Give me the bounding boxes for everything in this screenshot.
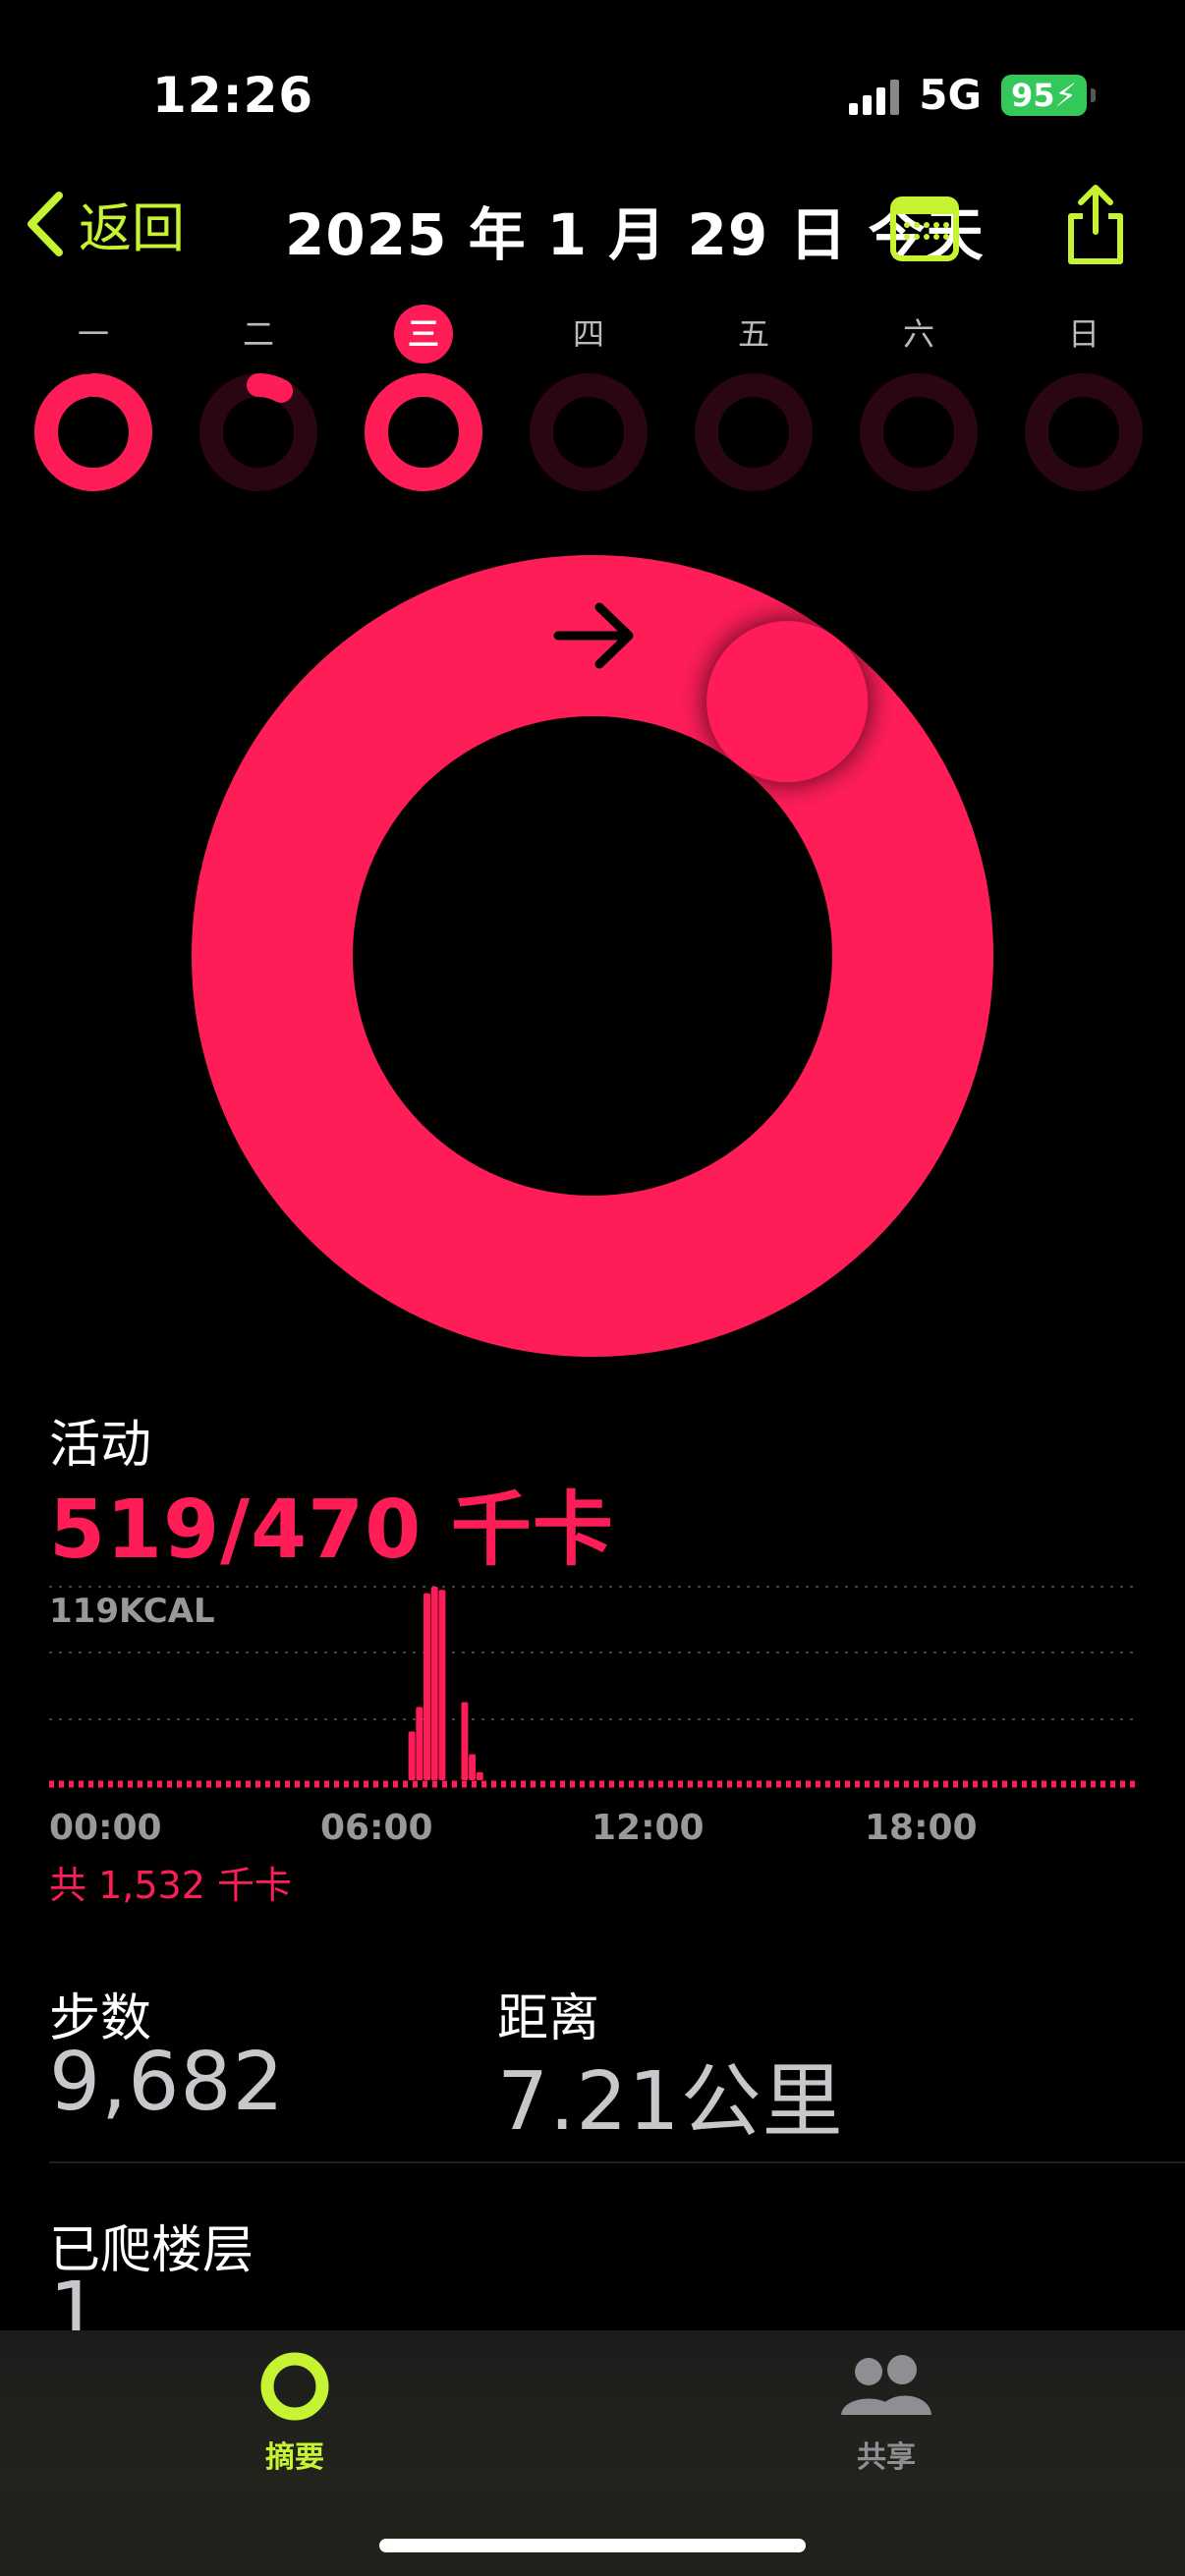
day-ring-progress — [34, 373, 152, 491]
chevron-left-icon — [28, 191, 63, 256]
x-tick: 12:00 — [592, 1808, 705, 1848]
week-day[interactable]: 一 — [29, 305, 157, 493]
x-tick: 00:00 — [49, 1808, 162, 1848]
activity-bar — [430, 1587, 438, 1780]
day-ring — [860, 373, 978, 491]
week-strip: 一二三四五六日 — [29, 305, 1156, 501]
battery-icon: 95⚡ — [1001, 74, 1096, 116]
distance-value: 7.21公里 — [497, 2055, 844, 2149]
week-day[interactable]: 日 — [1020, 305, 1148, 493]
page-title: 2025 年 1 月 29 日 今天 — [285, 201, 985, 268]
tab-summary[interactable]: 摘要 — [197, 2350, 393, 2476]
divider — [49, 2161, 1185, 2163]
activity-ring-icon — [260, 2352, 329, 2421]
activity-value: 519/470 千卡 — [49, 1484, 614, 1577]
activity-bar — [476, 1771, 483, 1780]
network-label: 5G — [919, 71, 982, 119]
activity-bar — [423, 1593, 431, 1780]
day-ring — [1025, 373, 1143, 491]
week-day-label: 四 — [572, 315, 604, 353]
status-time: 12:26 — [152, 67, 314, 124]
week-day-label: 二 — [242, 315, 274, 353]
activity-total: 共 1,532 千卡 — [49, 1864, 292, 1907]
week-day[interactable]: 二 — [195, 305, 322, 493]
week-day-label: 三 — [394, 305, 453, 364]
activity-bar — [438, 1590, 446, 1780]
share-button[interactable] — [1063, 183, 1128, 271]
tab-summary-label: 摘要 — [265, 2440, 324, 2475]
home-indicator[interactable] — [379, 2539, 806, 2552]
battery-level: 95 — [1011, 76, 1055, 114]
week-day[interactable]: 四 — [525, 305, 652, 493]
day-ring — [695, 373, 813, 491]
share-icon — [1068, 185, 1123, 264]
back-button[interactable]: 返回 — [26, 185, 185, 262]
week-day-label: 一 — [77, 315, 109, 353]
week-day-label: 五 — [737, 315, 769, 353]
week-day[interactable]: 五 — [690, 305, 818, 493]
day-ring — [365, 373, 482, 491]
people-icon — [841, 2355, 931, 2415]
x-tick: 18:00 — [865, 1808, 978, 1848]
day-ring — [34, 373, 152, 491]
week-day-label: 六 — [902, 315, 934, 353]
day-ring — [199, 373, 317, 491]
chart-y-label: 119KCAL — [49, 1592, 215, 1631]
activity-bar — [408, 1731, 416, 1780]
activity-bar — [416, 1707, 423, 1780]
day-ring — [530, 373, 648, 491]
tab-sharing-label: 共享 — [857, 2440, 916, 2475]
move-ring — [192, 555, 993, 1357]
tab-sharing[interactable]: 共享 — [788, 2350, 985, 2476]
activity-bar — [469, 1754, 477, 1780]
day-ring-progress — [365, 373, 482, 491]
week-day[interactable]: 六 — [855, 305, 983, 493]
status-indicators: 5G 95⚡ — [849, 71, 1096, 119]
week-day-label: 日 — [1067, 315, 1100, 353]
activity-bar — [461, 1702, 469, 1780]
x-tick: 06:00 — [320, 1808, 433, 1848]
week-day[interactable]: 三 — [360, 305, 487, 493]
ring-end-cap — [706, 621, 869, 783]
calendar-button[interactable] — [890, 196, 959, 261]
calendar-icon — [904, 222, 949, 240]
signal-icon — [849, 76, 900, 115]
steps-value: 9,682 — [49, 2036, 285, 2129]
back-label: 返回 — [79, 197, 185, 259]
